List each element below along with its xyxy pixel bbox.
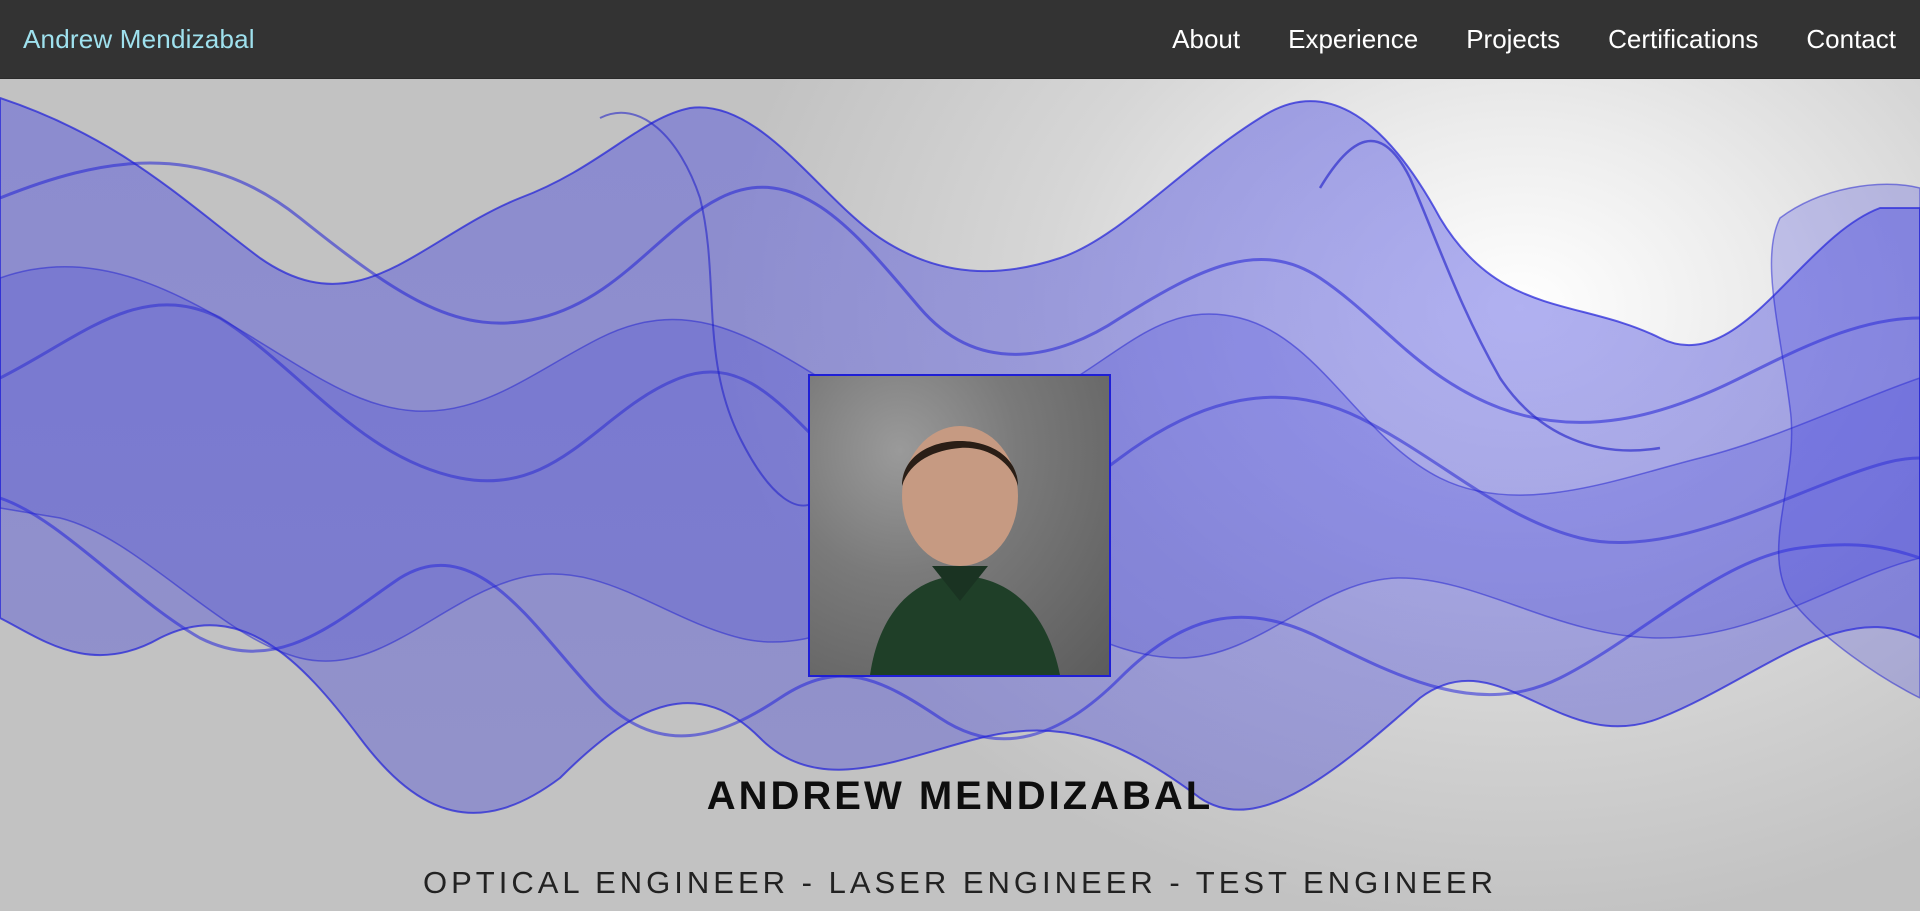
brand-link[interactable]: Andrew Mendizabal	[23, 24, 255, 55]
nav-link-experience[interactable]: Experience	[1288, 24, 1418, 55]
nav-link-contact[interactable]: Contact	[1806, 24, 1896, 55]
profile-photo	[808, 374, 1111, 677]
hero-tagline: OPTICAL ENGINEER - LASER ENGINEER - TEST…	[423, 865, 1497, 900]
nav-link-about[interactable]: About	[1172, 24, 1240, 55]
nav-links: About Experience Projects Certifications…	[1124, 0, 1896, 78]
hero-section: ANDREW MENDIZABAL OPTICAL ENGINEER - LAS…	[0, 78, 1920, 911]
nav-link-certifications[interactable]: Certifications	[1608, 24, 1758, 55]
person-silhouette-icon	[870, 426, 1060, 675]
navbar: Andrew Mendizabal About Experience Proje…	[0, 0, 1920, 78]
nav-link-projects[interactable]: Projects	[1466, 24, 1560, 55]
hero-name: ANDREW MENDIZABAL	[706, 774, 1214, 818]
